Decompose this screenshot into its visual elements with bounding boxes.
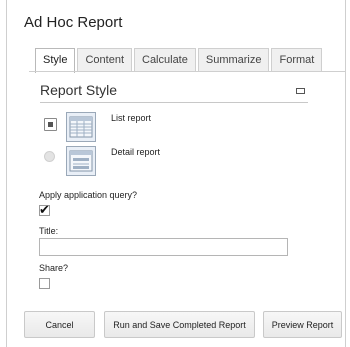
- preview-report-button[interactable]: Preview Report: [263, 311, 342, 338]
- list-report-icon: [66, 112, 96, 142]
- list-report-label: List report: [111, 113, 152, 123]
- report-style-header: Report Style: [40, 80, 308, 103]
- detail-report-radio[interactable]: [44, 151, 55, 162]
- apply-query-label: Apply application query?: [39, 190, 138, 200]
- cancel-button[interactable]: Cancel: [24, 311, 95, 338]
- checkmark-icon: ✔: [39, 202, 50, 217]
- ad-hoc-report-dialog: Ad Hoc Report Style Content Calculate Su…: [6, 0, 346, 347]
- collapse-icon[interactable]: [296, 88, 305, 94]
- tab-summarize[interactable]: Summarize: [197, 48, 270, 71]
- tab-calculate-label: Calculate: [142, 54, 188, 66]
- tab-calculate[interactable]: Calculate: [134, 48, 196, 71]
- share-label: Share?: [39, 263, 69, 273]
- detail-report-icon: [66, 146, 96, 176]
- tab-format-label: Format: [279, 54, 315, 66]
- run-and-save-button[interactable]: Run and Save Completed Report: [104, 311, 255, 338]
- tab-style-label: Style: [43, 54, 68, 66]
- share-checkbox[interactable]: [39, 278, 50, 289]
- report-style-title: Report Style: [40, 82, 118, 98]
- apply-query-checkbox[interactable]: ✔: [39, 202, 50, 217]
- list-report-radio[interactable]: [44, 118, 57, 131]
- tab-content[interactable]: Content: [77, 48, 132, 71]
- detail-report-label: Detail report: [111, 147, 161, 157]
- title-label: Title:: [39, 226, 59, 236]
- tab-style[interactable]: Style: [35, 48, 76, 73]
- tab-content-label: Content: [85, 54, 124, 66]
- tab-summarize-label: Summarize: [205, 54, 262, 66]
- tab-bar: Style Content Calculate Summarize Format: [35, 48, 323, 73]
- tab-format[interactable]: Format: [271, 48, 323, 71]
- tab-divider: [29, 71, 345, 72]
- title-input[interactable]: [39, 238, 288, 256]
- dialog-title: Ad Hoc Report: [24, 14, 123, 31]
